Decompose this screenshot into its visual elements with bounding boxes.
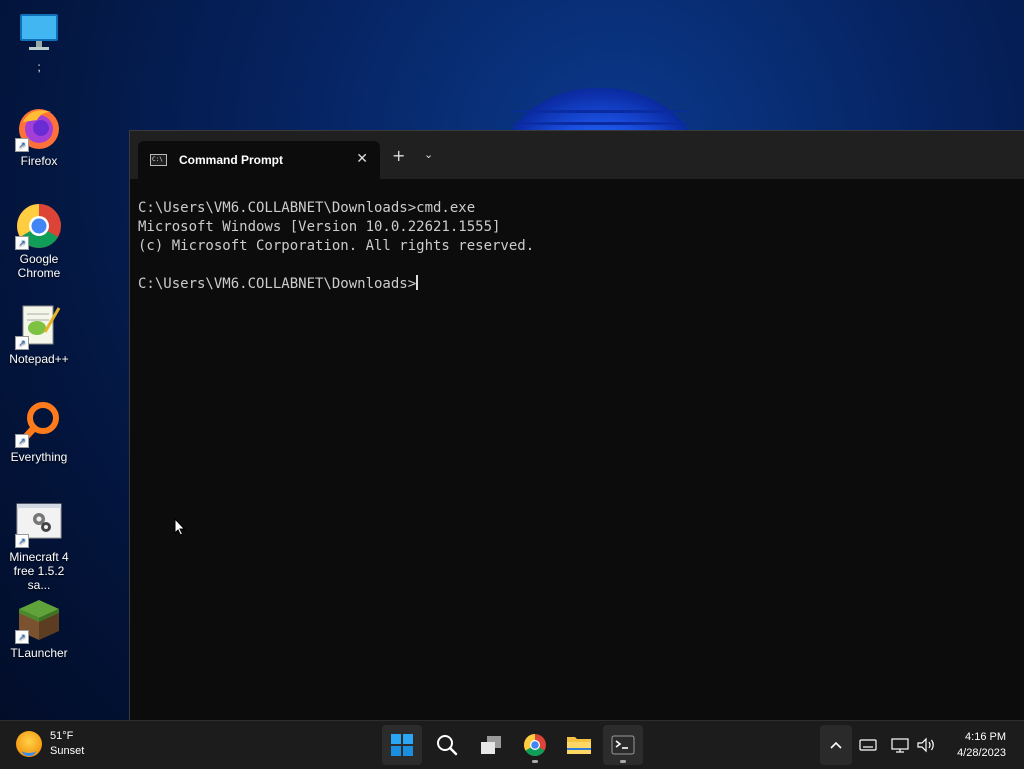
- prompt-line[interactable]: C:\Users\VM6.COLLABNET\Downloads>: [138, 275, 1015, 294]
- text-cursor: [416, 275, 419, 290]
- desktop-icon-label: Google Chrome: [17, 252, 61, 280]
- shortcut-arrow-icon: ↗: [15, 434, 29, 448]
- desktop-icon-label: ;: [37, 60, 41, 74]
- network-tray-button[interactable]: [888, 725, 912, 765]
- task-view-button[interactable]: [471, 725, 511, 765]
- settings-file-icon: ↗: [15, 500, 63, 548]
- prompt-text: C:\Users\VM6.COLLABNET\Downloads>: [138, 276, 417, 292]
- desktop-icon-label: Minecraft 4 free 1.5.2 sa...: [9, 550, 69, 592]
- shortcut-arrow-icon: ↗: [15, 630, 29, 644]
- taskbar-terminal-button[interactable]: [603, 725, 643, 765]
- chevron-up-icon: [830, 741, 842, 749]
- desktop-icon-chrome[interactable]: ↗ Google Chrome: [2, 202, 76, 280]
- desktop-icon-label: Everything: [10, 450, 68, 464]
- volume-icon: [917, 737, 934, 753]
- desktop-icon-minecraft[interactable]: ↗ Minecraft 4 free 1.5.2 sa...: [2, 500, 76, 592]
- clock[interactable]: 4:16 PM 4/28/2023: [957, 729, 1006, 761]
- shortcut-arrow-icon: ↗: [15, 236, 29, 250]
- console-line: (c) Microsoft Corporation. All rights re…: [138, 238, 535, 254]
- new-tab-button[interactable]: +: [392, 146, 405, 165]
- desktop-icon-tlauncher[interactable]: ↗ TLauncher: [2, 596, 76, 660]
- chrome-icon: ↗: [15, 202, 63, 250]
- keyboard-tray-button[interactable]: [856, 725, 880, 765]
- start-icon: [391, 734, 413, 756]
- show-hidden-icons-button[interactable]: [820, 725, 852, 765]
- file-explorer-button[interactable]: [559, 725, 599, 765]
- search-button[interactable]: [427, 725, 467, 765]
- clock-time: 4:16 PM: [965, 731, 1006, 743]
- start-button[interactable]: [382, 725, 422, 765]
- console-line: Microsoft Windows [Version 10.0.22621.15…: [138, 219, 501, 235]
- shortcut-arrow-icon: ↗: [15, 138, 29, 152]
- desktop-icon-notepadpp[interactable]: ↗ Notepad++: [2, 302, 76, 366]
- desktop-icon-everything[interactable]: ↗ Everything: [2, 400, 76, 464]
- weather-condition: Sunset: [50, 745, 85, 757]
- desktop-icon-label: Firefox: [20, 154, 58, 168]
- console-output[interactable]: C:\Users\VM6.COLLABNET\Downloads>cmd.exe…: [138, 199, 1015, 721]
- mouse-pointer-icon: [174, 517, 186, 540]
- taskbar: 51°F Sunset 4:16 PM 4/28/2023: [0, 720, 1024, 769]
- volume-tray-button[interactable]: [914, 725, 938, 765]
- shortcut-arrow-icon: ↗: [15, 534, 29, 548]
- desktop-icon-monitor[interactable]: ;: [2, 10, 76, 74]
- weather-sunset-icon: [16, 731, 42, 757]
- grass-block-icon: ↗: [15, 596, 63, 644]
- close-tab-button[interactable]: ✕: [356, 151, 368, 167]
- desktop-icon-label: Notepad++: [9, 352, 69, 366]
- tab-command-prompt[interactable]: C:\ Command Prompt ✕: [138, 141, 380, 179]
- shortcut-arrow-icon: ↗: [15, 336, 29, 350]
- search-icon: [437, 735, 458, 756]
- clock-date: 4/28/2023: [957, 747, 1006, 759]
- console-line: C:\Users\VM6.COLLABNET\Downloads>cmd.exe: [138, 200, 476, 216]
- tab-title: Command Prompt: [179, 153, 284, 167]
- chrome-icon: [524, 734, 546, 756]
- terminal-window[interactable]: C:\ Command Prompt ✕ + ⌄ C:\Users\VM6.CO…: [129, 130, 1024, 721]
- network-icon: [891, 738, 909, 753]
- notepadpp-icon: ↗: [15, 302, 63, 350]
- monitor-icon: [15, 10, 63, 58]
- desktop-icon-label: TLauncher: [10, 646, 68, 660]
- keyboard-icon: [859, 739, 877, 751]
- tab-dropdown-button[interactable]: ⌄: [424, 148, 433, 161]
- terminal-icon: [611, 735, 635, 755]
- weather-temp: 51°F: [50, 730, 74, 742]
- cmd-icon: C:\: [150, 154, 167, 166]
- firefox-icon: ↗: [15, 104, 63, 152]
- task-view-icon: [481, 736, 501, 754]
- taskbar-chrome-button[interactable]: [515, 725, 555, 765]
- file-explorer-icon: [567, 737, 591, 754]
- weather-widget[interactable]: 51°F Sunset: [16, 729, 84, 759]
- tab-bar[interactable]: C:\ Command Prompt ✕ + ⌄: [130, 131, 1024, 179]
- desktop-icon-firefox[interactable]: ↗ Firefox: [2, 104, 76, 168]
- running-indicator: [532, 760, 538, 763]
- everything-icon: ↗: [15, 400, 63, 448]
- running-indicator: [620, 760, 626, 763]
